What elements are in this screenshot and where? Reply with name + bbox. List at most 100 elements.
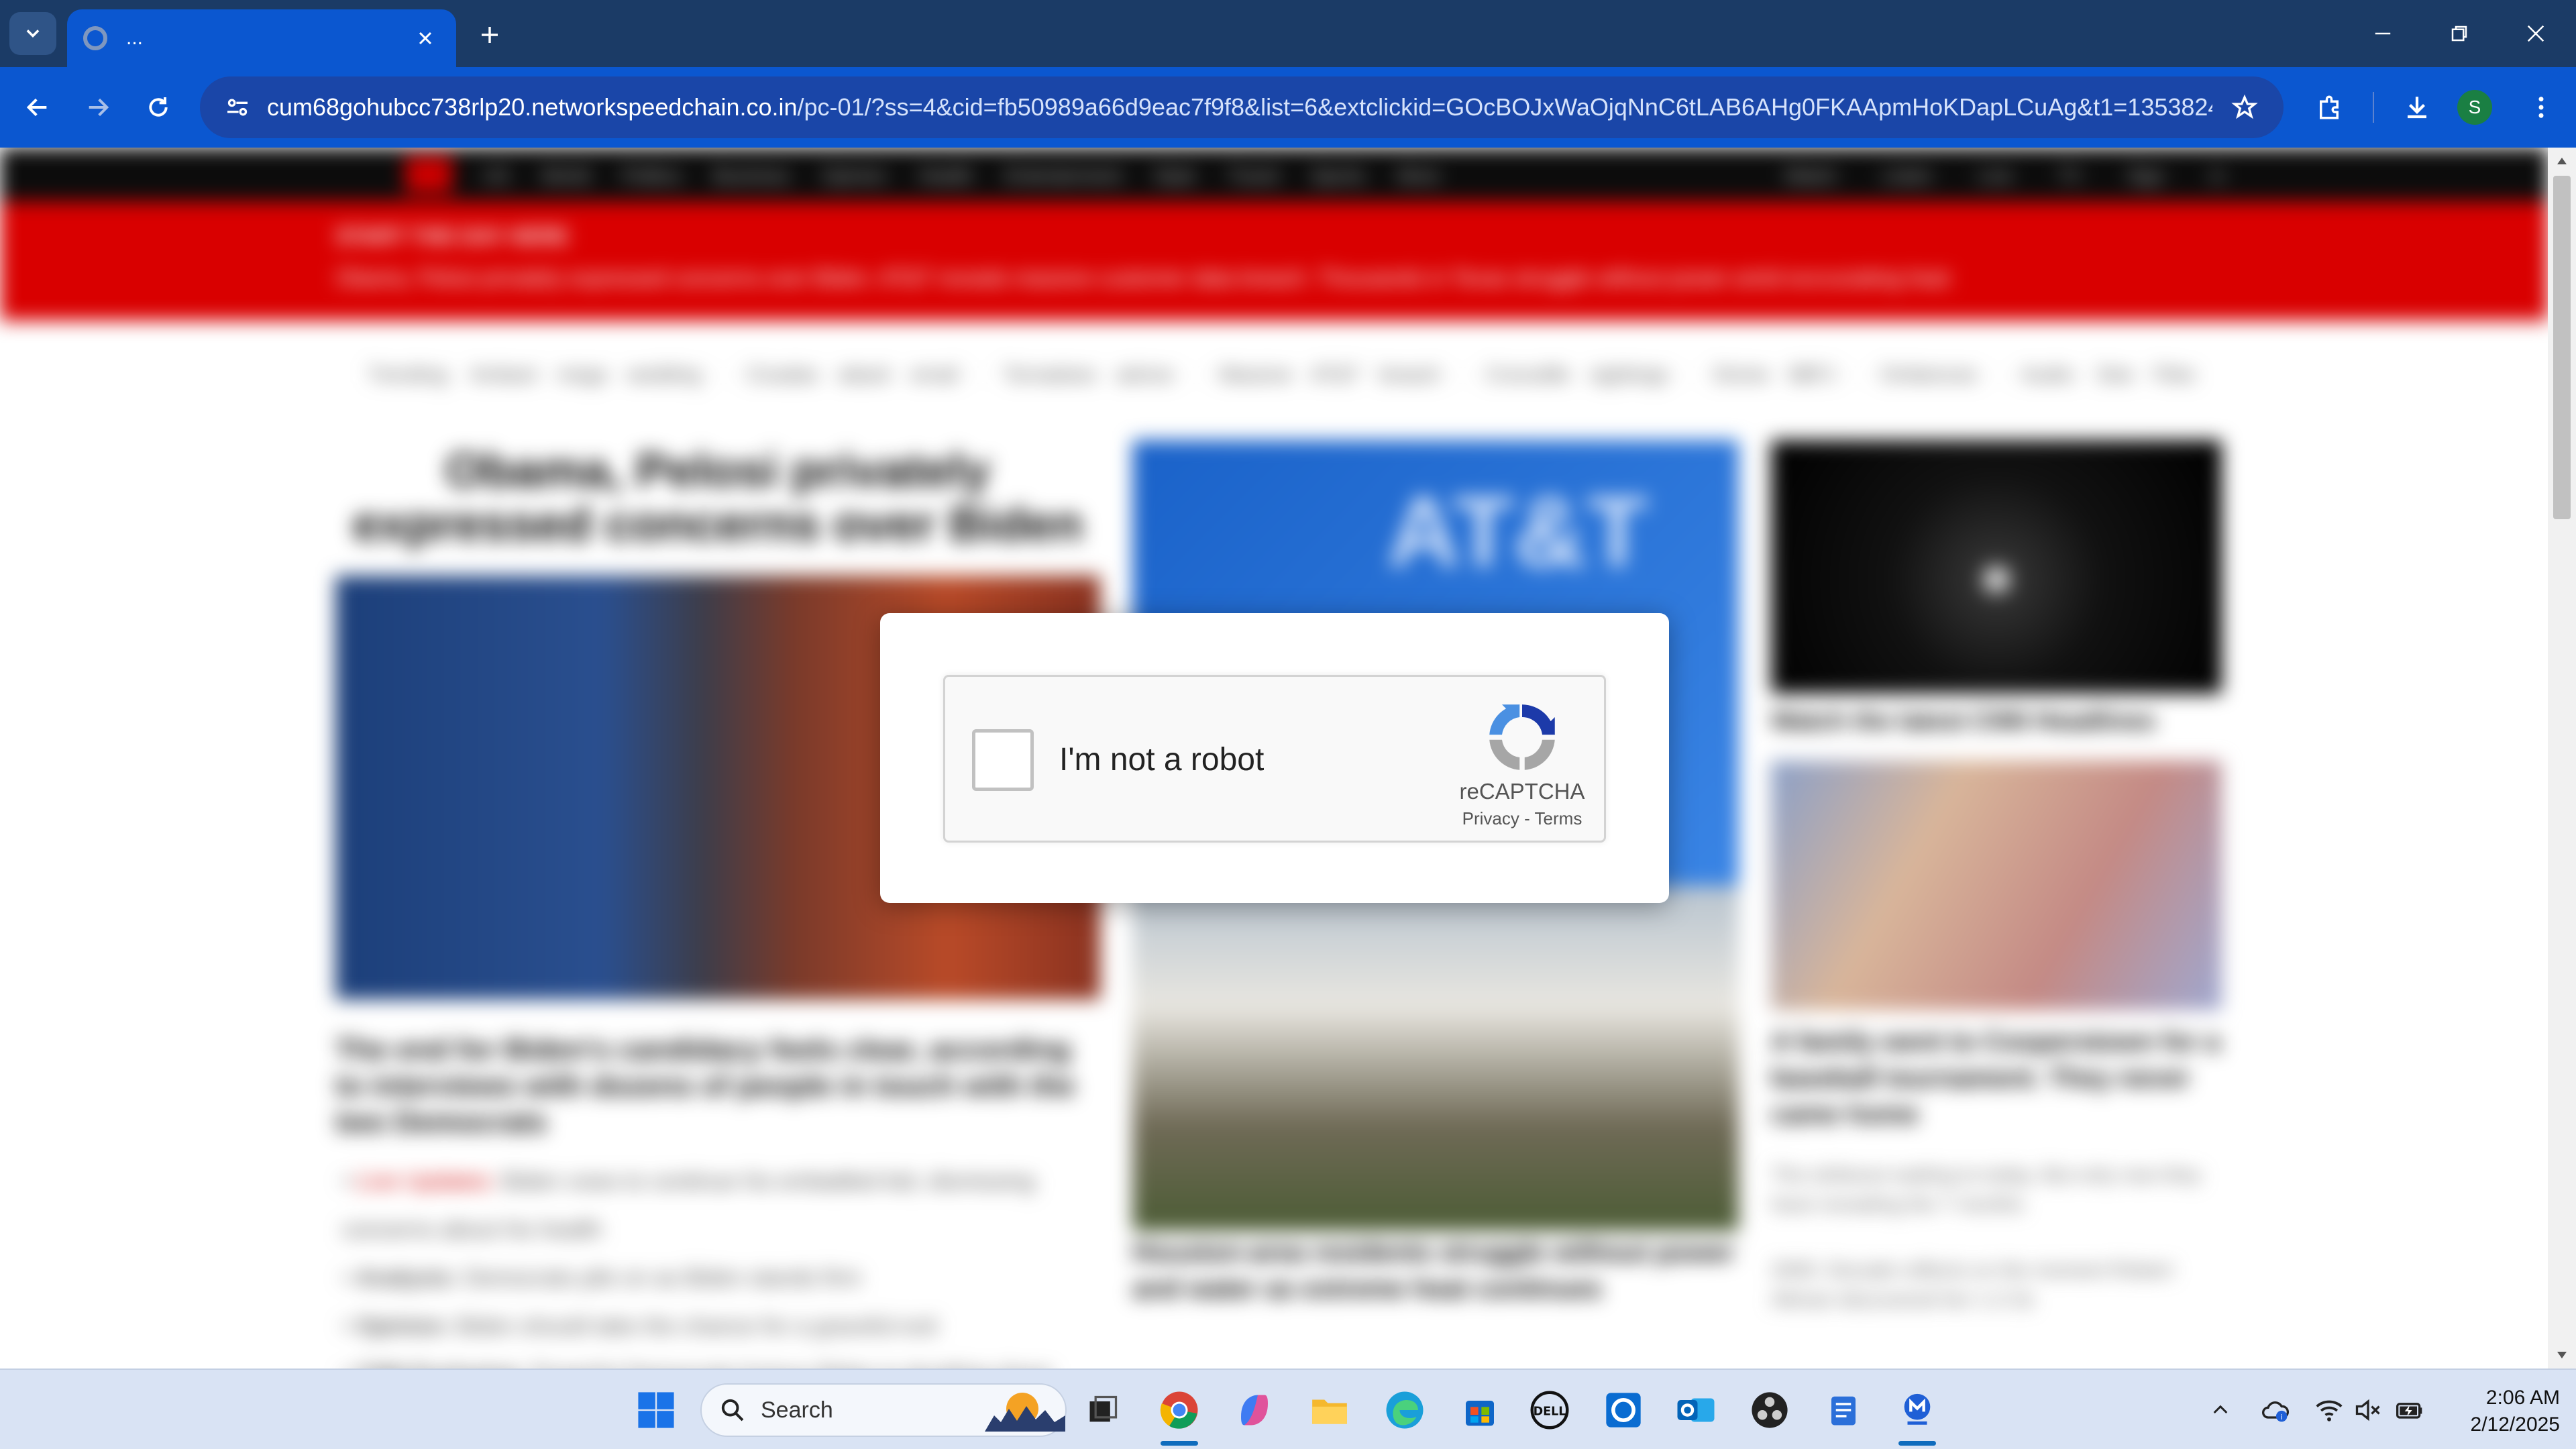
close-window-button[interactable] <box>2498 0 2573 67</box>
terms-link[interactable]: Terms <box>1535 808 1582 828</box>
wifi-tray[interactable] <box>2312 1393 2347 1428</box>
family-story: A family went to Cooperstown for a baseb… <box>1771 1027 2220 1129</box>
close-icon <box>2527 25 2544 42</box>
taskbar-edge[interactable] <box>1379 1385 1430 1436</box>
minimize-button[interactable] <box>2345 0 2420 67</box>
chevron-down-icon <box>26 30 40 38</box>
taskbar-clock[interactable]: 2:06 AM 2/12/2025 <box>2439 1385 2560 1438</box>
privacy-link[interactable]: Privacy <box>1462 808 1519 828</box>
extensions-button[interactable] <box>2305 83 2353 131</box>
svg-text:DELL: DELL <box>1534 1405 1566 1419</box>
reload-button[interactable] <box>133 82 184 133</box>
outlook-icon <box>1677 1398 1715 1422</box>
tab-close-button[interactable] <box>411 23 440 53</box>
url-text[interactable]: cum68gohubcc738rlp20.networkspeedchain.c… <box>267 93 2212 121</box>
notepad-icon <box>1831 1396 1856 1426</box>
bullet-item: • Analysis: Democrats pile on as Biden s… <box>342 1265 861 1291</box>
m-shield-icon <box>1904 1393 1931 1425</box>
recaptcha-brand: reCAPTCHA <box>1459 779 1585 804</box>
volume-tray[interactable] <box>2351 1393 2385 1428</box>
caret-down-icon <box>2557 1352 2567 1358</box>
recaptcha-links: Privacy - Terms <box>1442 808 1603 829</box>
breaking-news-banner: START THE DAY HERE Obama, Pelosi private… <box>0 201 2548 321</box>
downloads-button[interactable] <box>2393 83 2441 131</box>
video-caption: Watch the latest CNN Headlines <box>1771 707 2155 735</box>
back-button[interactable] <box>12 82 63 133</box>
arrow-right-icon <box>89 98 109 117</box>
taskbar-copilot[interactable] <box>1229 1385 1280 1436</box>
taskbar-search-box[interactable]: Search <box>700 1383 1067 1437</box>
taskbar-dell[interactable]: DELL <box>1524 1385 1575 1436</box>
url-path: /pc-01/?ss=4&cid=fb50989a66d9eac7f9f8&li… <box>797 93 2212 121</box>
taskbar-outlook[interactable] <box>1670 1385 1721 1436</box>
att-logo-text: AT&T <box>1387 475 1648 588</box>
site-navbar: US World Politics Business Opinion Healt… <box>0 148 2548 201</box>
address-bar[interactable]: cum68gohubcc738rlp20.networkspeedchain.c… <box>200 76 2284 138</box>
plus-icon <box>482 27 498 43</box>
taskbar-notepad[interactable] <box>1818 1385 1869 1436</box>
page-scrollbar[interactable] <box>2548 148 2576 1368</box>
star-icon <box>2231 94 2258 119</box>
url-host: cum68gohubcc738rlp20.networkspeedchain.c… <box>267 93 798 121</box>
clock-time: 2:06 AM <box>2485 1387 2560 1409</box>
profile-avatar[interactable]: S <box>2457 90 2492 125</box>
start-button[interactable] <box>631 1385 682 1436</box>
download-icon <box>2408 97 2426 119</box>
bookmark-button[interactable] <box>2223 86 2266 129</box>
captcha-modal: I'm not a robot reCAPTCHA Privacy - Term… <box>880 613 1669 903</box>
taskbar-chrome[interactable] <box>1154 1385 1205 1436</box>
store-icon <box>1466 1401 1494 1426</box>
taskbar-file-explorer[interactable] <box>1304 1385 1355 1436</box>
taskbar-obs[interactable] <box>1744 1385 1795 1436</box>
dell-icon: DELL <box>1530 1391 1569 1430</box>
globe-icon <box>83 26 107 50</box>
task-view-button[interactable] <box>1077 1385 1128 1436</box>
close-icon <box>419 32 432 45</box>
site-info-icon[interactable] <box>216 86 259 129</box>
chevron-up-icon <box>2213 1405 2228 1414</box>
trending-bar: Trending: Ambani mega wedding · Cicadas … <box>368 364 2196 386</box>
copilot-icon <box>1241 1395 1268 1426</box>
taskbar-cortana[interactable] <box>1598 1385 1649 1436</box>
task-view-icon <box>1089 1395 1118 1422</box>
site-nav-items: US World Politics Business Opinion Healt… <box>483 165 1440 186</box>
scroll-thumb[interactable] <box>2553 176 2571 519</box>
forward-button[interactable] <box>72 82 123 133</box>
search-highlight-icon <box>985 1393 1065 1432</box>
breaking-text: Obama, Pelosi privately expressed concer… <box>335 266 1949 290</box>
scroll-down-button[interactable] <box>2548 1342 2576 1368</box>
taskbar-app-m[interactable] <box>1892 1385 1943 1436</box>
links-separator: - <box>1519 808 1535 828</box>
tab-search-button[interactable] <box>9 12 56 55</box>
chrome-icon <box>1160 1391 1198 1429</box>
restore-icon <box>2451 25 2467 42</box>
story-bullets: • Live Updates: Biden vows to continue h… <box>342 1157 1093 1368</box>
scroll-up-button[interactable] <box>2548 148 2576 174</box>
main-headline: Obama, Pelosi privately expressed concer… <box>352 444 1083 551</box>
arrow-left-icon <box>26 98 47 117</box>
browser-menu-button[interactable] <box>2517 83 2565 131</box>
restore-button[interactable] <box>2422 0 2497 67</box>
breaking-label: START THE DAY HERE <box>335 224 569 248</box>
onedrive-tray[interactable]: i <box>2258 1393 2293 1428</box>
windows-logo-icon <box>638 1392 674 1428</box>
show-hidden-icons-button[interactable] <box>2203 1393 2238 1428</box>
edge-icon <box>1386 1391 1424 1429</box>
search-icon <box>721 1399 744 1421</box>
folder-icon <box>1312 1399 1347 1424</box>
taskbar-store[interactable] <box>1454 1385 1505 1436</box>
tab-strip: ... <box>0 0 2576 67</box>
speaker-muted-icon <box>2355 1399 2380 1421</box>
puzzle-icon <box>2320 95 2339 119</box>
circle-app-icon <box>1606 1393 1641 1428</box>
minimize-icon <box>2375 32 2391 35</box>
search-label: Search <box>761 1397 833 1423</box>
side-blurb: 2005: Decade reflects on the moment Robe… <box>1771 1259 2173 1311</box>
battery-tray[interactable] <box>2392 1393 2427 1428</box>
recaptcha-checkbox[interactable] <box>972 729 1034 791</box>
browser-tab[interactable]: ... <box>67 9 456 67</box>
recaptcha-label: I'm not a robot <box>1059 742 1265 777</box>
recaptcha-logo-icon <box>1489 704 1555 770</box>
new-tab-button[interactable] <box>470 16 510 54</box>
family-photo <box>1771 761 2222 1010</box>
